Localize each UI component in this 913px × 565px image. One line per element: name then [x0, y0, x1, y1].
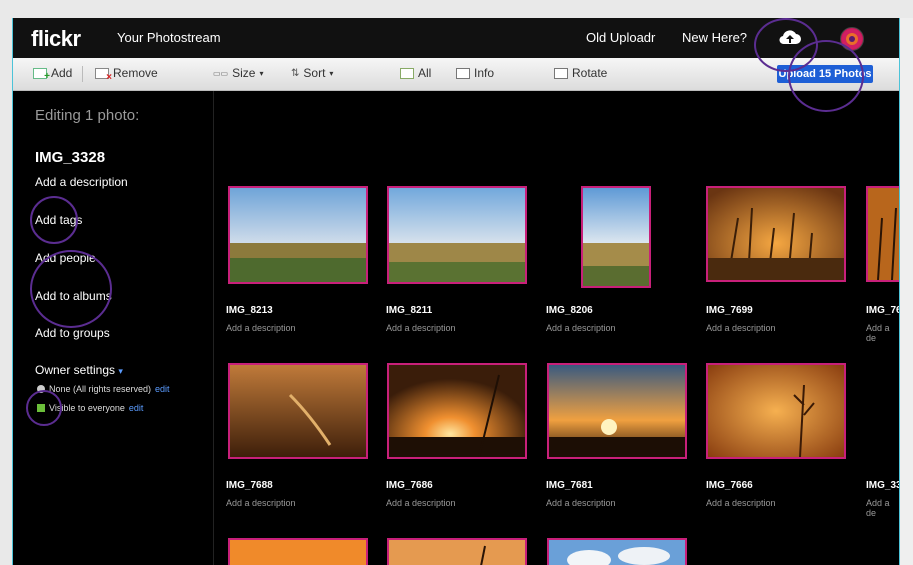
photo-image [389, 365, 525, 457]
photo-description[interactable]: Add a description [386, 323, 456, 333]
photo-thumb[interactable] [866, 186, 899, 282]
photo-image [230, 188, 366, 282]
photo-description[interactable]: Add a de [866, 323, 899, 343]
photo-image [549, 365, 685, 457]
photo-description[interactable]: Add a description [226, 498, 296, 508]
annotation-circle [30, 196, 78, 244]
photo-image [230, 540, 366, 565]
photo-image [708, 365, 844, 457]
chevron-down-icon: ▾ [329, 68, 334, 78]
photo-title[interactable]: IMG_3328 [35, 149, 105, 166]
add-to-groups-link[interactable]: Add to groups [35, 326, 110, 340]
info-icon [456, 67, 470, 79]
photo-thumb[interactable] [581, 186, 651, 288]
photo-image [389, 188, 525, 282]
rotate-button[interactable]: Rotate [554, 66, 607, 80]
chevron-down-icon: ▾ [118, 366, 123, 376]
edit-license-link[interactable]: edit [155, 384, 170, 394]
remove-photo-icon: × [95, 67, 112, 83]
photo-thumb[interactable] [228, 538, 368, 565]
photo-thumb[interactable] [547, 363, 687, 459]
select-all-button[interactable]: All [400, 66, 431, 80]
photo-image [549, 540, 685, 565]
photo-image [230, 365, 366, 457]
photo-thumb[interactable] [706, 186, 846, 282]
photo-description[interactable]: Add a description [386, 498, 456, 508]
uploadr-window: flickr Your Photostream Old Uploadr New … [12, 18, 900, 565]
photo-title[interactable]: IMG_76 [866, 305, 899, 316]
photo-image [708, 188, 844, 280]
photo-title[interactable]: IMG_8213 [226, 305, 273, 316]
nav-new-here[interactable]: New Here? [682, 30, 747, 45]
toolbar-divider [82, 66, 83, 82]
photo-title[interactable]: IMG_7666 [706, 480, 753, 491]
photo-thumb[interactable] [228, 186, 368, 284]
photo-title[interactable]: IMG_7686 [386, 480, 433, 491]
photo-title[interactable]: IMG_33 [866, 480, 899, 491]
photo-thumb[interactable] [228, 363, 368, 459]
license-setting: None (All rights reserved) edit [37, 384, 170, 394]
add-description-link[interactable]: Add a description [35, 175, 128, 189]
annotation-circle [30, 250, 112, 328]
photo-thumb[interactable] [387, 186, 527, 284]
photo-thumb[interactable] [387, 538, 527, 565]
info-button[interactable]: Info [456, 66, 494, 80]
nav-old-uploadr[interactable]: Old Uploadr [586, 30, 655, 45]
photo-title[interactable]: IMG_8211 [386, 305, 432, 316]
photo-title[interactable]: IMG_7681 [546, 480, 593, 491]
edit-sidebar: Editing 1 photo: IMG_3328 Add a descript… [13, 91, 214, 565]
photo-title[interactable]: IMG_7699 [706, 305, 753, 316]
size-icon: ▭▭ [213, 68, 229, 78]
chevron-down-icon: ▾ [259, 68, 264, 78]
select-all-icon [400, 67, 414, 79]
photo-title[interactable]: IMG_7688 [226, 480, 273, 491]
annotation-circle [26, 390, 62, 426]
nav-your-photostream[interactable]: Your Photostream [117, 30, 221, 45]
size-dropdown[interactable]: ▭▭ Size ▾ [213, 66, 263, 80]
add-photo-icon: + [33, 67, 50, 82]
owner-settings-toggle[interactable]: Owner settings ▾ [35, 363, 123, 377]
photo-image [583, 188, 649, 286]
sort-dropdown[interactable]: ⇅ Sort ▾ [291, 66, 333, 80]
rotate-icon [554, 67, 568, 79]
page-scrollbar[interactable] [899, 18, 913, 565]
flickr-logo[interactable]: flickr [31, 26, 81, 52]
photo-description[interactable]: Add a description [706, 498, 776, 508]
annotation-circle [788, 40, 864, 112]
photo-description[interactable]: Add a de [866, 498, 899, 518]
photo-thumb[interactable] [706, 363, 846, 459]
photo-image [868, 188, 899, 280]
photo-description[interactable]: Add a description [546, 498, 616, 508]
photo-description[interactable]: Add a description [226, 323, 296, 333]
edit-visibility-link[interactable]: edit [129, 403, 144, 413]
photo-description[interactable]: Add a description [706, 323, 776, 333]
photo-image [389, 540, 525, 565]
photo-title[interactable]: IMG_8206 [546, 305, 593, 316]
editing-heading: Editing 1 photo: [35, 107, 140, 124]
remove-button[interactable]: × Remove [95, 66, 158, 83]
add-button[interactable]: + Add [33, 66, 72, 82]
photo-thumb[interactable] [547, 538, 687, 565]
sort-icon: ⇅ [291, 67, 300, 79]
photo-description[interactable]: Add a description [546, 323, 616, 333]
photo-thumb[interactable] [387, 363, 527, 459]
